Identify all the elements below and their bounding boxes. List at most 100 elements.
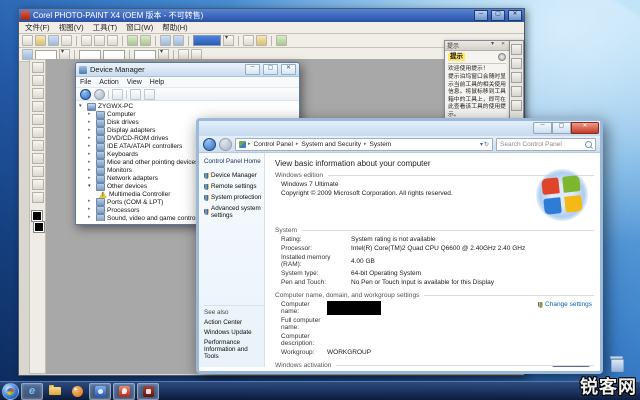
taskbar-blue-app[interactable] <box>89 383 111 400</box>
undo-icon[interactable] <box>127 35 138 46</box>
paper-size-field[interactable] <box>35 50 57 60</box>
width-field[interactable] <box>79 50 101 60</box>
back-icon[interactable] <box>80 89 91 100</box>
sidebar-windows-update[interactable]: Windows Update <box>204 329 264 336</box>
refresh-icon[interactable] <box>484 141 489 148</box>
zoom-level-dropdown[interactable] <box>193 35 221 46</box>
resolution-field[interactable] <box>134 50 156 60</box>
workgroup-label: Workgroup: <box>281 349 327 356</box>
forward-icon[interactable] <box>219 138 232 151</box>
corel-titlebar[interactable]: Corel PHOTO-PAINT X4 (OEM 版本 - 不可转售) <box>19 9 524 22</box>
scan-hardware-icon[interactable] <box>144 89 155 100</box>
close-button[interactable] <box>281 64 296 75</box>
copy-icon[interactable] <box>94 35 105 46</box>
shape-tool-icon[interactable] <box>32 166 44 177</box>
redo-icon[interactable] <box>140 35 151 46</box>
taskbar-internet-explorer[interactable]: e <box>21 383 43 400</box>
sidebar-system-protection[interactable]: System protection <box>204 194 264 201</box>
taskbar-red-app[interactable] <box>137 383 159 400</box>
docker-tab-icon[interactable] <box>511 44 522 55</box>
sidebar-remote-settings[interactable]: Remote settings <box>204 183 264 190</box>
menu-tools[interactable]: 工具(T) <box>93 22 118 33</box>
background-color-swatch[interactable] <box>34 222 44 232</box>
paste-icon[interactable] <box>107 35 118 46</box>
docker-menu-arrow-icon[interactable] <box>491 42 498 49</box>
pick-tool-icon[interactable] <box>32 62 44 73</box>
docker-tab-icon[interactable] <box>511 86 522 97</box>
print-icon[interactable] <box>61 35 72 46</box>
forward-icon[interactable] <box>94 89 105 100</box>
menu-file[interactable]: File <box>80 79 91 86</box>
see-also-title: See also <box>204 309 264 316</box>
hints-docker-titlebar[interactable]: 提示 <box>445 41 509 51</box>
close-button[interactable] <box>508 10 522 21</box>
minimize-button[interactable] <box>533 122 552 134</box>
sidebar-action-center[interactable]: Action Center <box>204 319 264 326</box>
docker-tab-icon[interactable] <box>511 72 522 83</box>
help-icon[interactable] <box>130 89 141 100</box>
rating-link[interactable]: System rating is not available <box>351 236 436 243</box>
menu-action[interactable]: Action <box>99 79 118 86</box>
fill-tool-icon[interactable] <box>32 192 44 203</box>
save-icon[interactable] <box>48 35 59 46</box>
import-icon[interactable] <box>160 35 171 46</box>
height-field[interactable] <box>103 50 125 60</box>
menu-view[interactable]: 视图(V) <box>59 22 84 33</box>
export-icon[interactable] <box>173 35 184 46</box>
start-button[interactable] <box>2 383 19 400</box>
taskbar-corel[interactable] <box>113 383 135 400</box>
uac-shield-icon <box>204 184 209 190</box>
text-tool-icon[interactable] <box>32 153 44 164</box>
mask-tool-icon[interactable] <box>32 75 44 86</box>
crop-tool-icon[interactable] <box>32 88 44 99</box>
app-launcher-icon[interactable] <box>256 35 267 46</box>
monitors-icon <box>96 167 105 175</box>
minimize-button[interactable] <box>474 10 488 21</box>
maximize-button[interactable] <box>263 64 278 75</box>
sidebar-device-manager[interactable]: Device Manager <box>204 172 264 179</box>
options-icon[interactable] <box>243 35 254 46</box>
zoom-dropdown-arrow-icon[interactable] <box>223 35 234 46</box>
tree-root[interactable]: ZYGWX-PC <box>79 103 299 111</box>
breadcrumb-control-panel[interactable]: Control Panel <box>253 141 294 148</box>
minimize-button[interactable] <box>245 64 260 75</box>
taskbar-media-player[interactable] <box>67 384 87 399</box>
recycle-bin-icon[interactable] <box>610 355 623 370</box>
sidebar-advanced-settings[interactable]: Advanced system settings <box>204 205 264 219</box>
menu-help[interactable]: Help <box>150 79 164 86</box>
show-console-tree-icon[interactable] <box>112 89 123 100</box>
sidebar-control-panel-home[interactable]: Control Panel Home <box>204 158 264 165</box>
sidebar-performance-tools[interactable]: Performance Information and Tools <box>204 339 264 360</box>
breadcrumb-system[interactable]: System <box>369 141 393 148</box>
cut-icon[interactable] <box>81 35 92 46</box>
search-box[interactable]: Search Control Panel <box>496 138 596 151</box>
paint-tool-icon[interactable] <box>32 114 44 125</box>
effect-tool-icon[interactable] <box>32 127 44 138</box>
back-icon[interactable] <box>203 138 216 151</box>
taskbar-explorer[interactable] <box>45 384 65 399</box>
maximize-button[interactable] <box>552 122 571 134</box>
menu-file[interactable]: 文件(F) <box>25 22 50 33</box>
open-icon[interactable] <box>35 35 46 46</box>
menu-window[interactable]: 窗口(W) <box>126 22 153 33</box>
eraser-tool-icon[interactable] <box>32 179 44 190</box>
system-titlebar[interactable] <box>199 121 600 136</box>
gear-icon[interactable] <box>498 53 506 61</box>
close-button[interactable] <box>571 122 599 134</box>
docker-close-icon[interactable] <box>500 42 507 49</box>
address-dropdown-icon[interactable] <box>480 141 483 148</box>
foreground-color-swatch[interactable] <box>32 211 42 221</box>
change-settings-link[interactable]: Change settings <box>545 301 592 308</box>
zoom-tool-icon[interactable] <box>32 101 44 112</box>
address-bar[interactable]: Control Panel System and Security System <box>235 138 493 151</box>
device-manager-titlebar[interactable]: Device Manager <box>76 63 299 77</box>
docker-tab-icon[interactable] <box>511 58 522 69</box>
new-icon[interactable] <box>22 35 33 46</box>
menu-view[interactable]: View <box>127 79 142 86</box>
menu-help[interactable]: 帮助(H) <box>162 22 187 33</box>
docker-tab-icon[interactable] <box>511 100 522 111</box>
breadcrumb-system-security[interactable]: System and Security <box>300 141 362 148</box>
welcome-icon[interactable] <box>276 35 287 46</box>
clone-tool-icon[interactable] <box>32 140 44 151</box>
maximize-button[interactable] <box>491 10 505 21</box>
